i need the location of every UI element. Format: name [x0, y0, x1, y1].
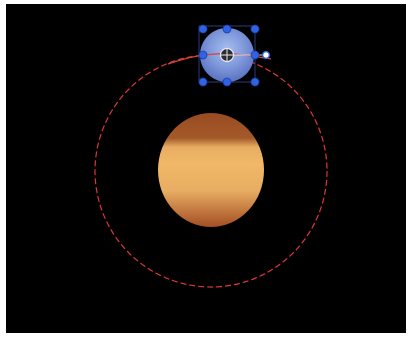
- canvas-scene[interactable]: [6, 4, 406, 333]
- selection-handle-bottom-center-icon[interactable]: [222, 77, 232, 87]
- selection-handle-top-right-icon[interactable]: [250, 24, 260, 34]
- selection-handle-middle-left-icon[interactable]: [198, 50, 208, 60]
- canvas-viewer[interactable]: [6, 4, 406, 333]
- anchor-point-crosshair-icon[interactable]: [219, 47, 235, 63]
- selection-handle-top-left-icon[interactable]: [198, 24, 208, 34]
- selection-handle-top-center-icon[interactable]: [222, 24, 232, 34]
- selection-handle-bottom-left-icon[interactable]: [198, 77, 208, 87]
- rotation-handle-icon[interactable]: [261, 50, 271, 60]
- selection-handle-middle-right-icon[interactable]: [250, 50, 260, 60]
- planet-icon[interactable]: [158, 113, 264, 227]
- selection-handle-bottom-right-icon[interactable]: [250, 77, 260, 87]
